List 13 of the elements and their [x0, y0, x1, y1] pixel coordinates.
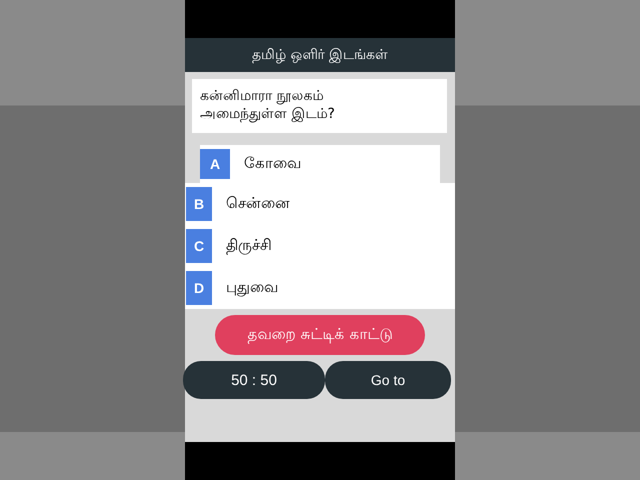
- answer-option[interactable]: B சென்னை: [185, 183, 455, 225]
- action-button[interactable]: Go to: [325, 361, 451, 399]
- option-letter: B: [186, 187, 212, 221]
- app-title: தமிழ் ஒளிர் இடங்கள்: [185, 38, 455, 72]
- answer-option[interactable]: A கோவை: [200, 145, 440, 183]
- report-error-button[interactable]: தவறை சுட்டிக் காட்டு: [215, 315, 425, 355]
- answer-option[interactable]: D புதுவை: [185, 267, 455, 309]
- option-letter: C: [186, 229, 212, 263]
- action-button[interactable]: 50 : 50: [183, 361, 325, 399]
- question-text: கன்னிமாரா நூலகம் அமைந்துள்ள இடம்?: [200, 87, 336, 123]
- option-letter: D: [186, 271, 212, 305]
- option-letter: A: [200, 149, 230, 179]
- answer-option[interactable]: C திருச்சி: [185, 225, 455, 267]
